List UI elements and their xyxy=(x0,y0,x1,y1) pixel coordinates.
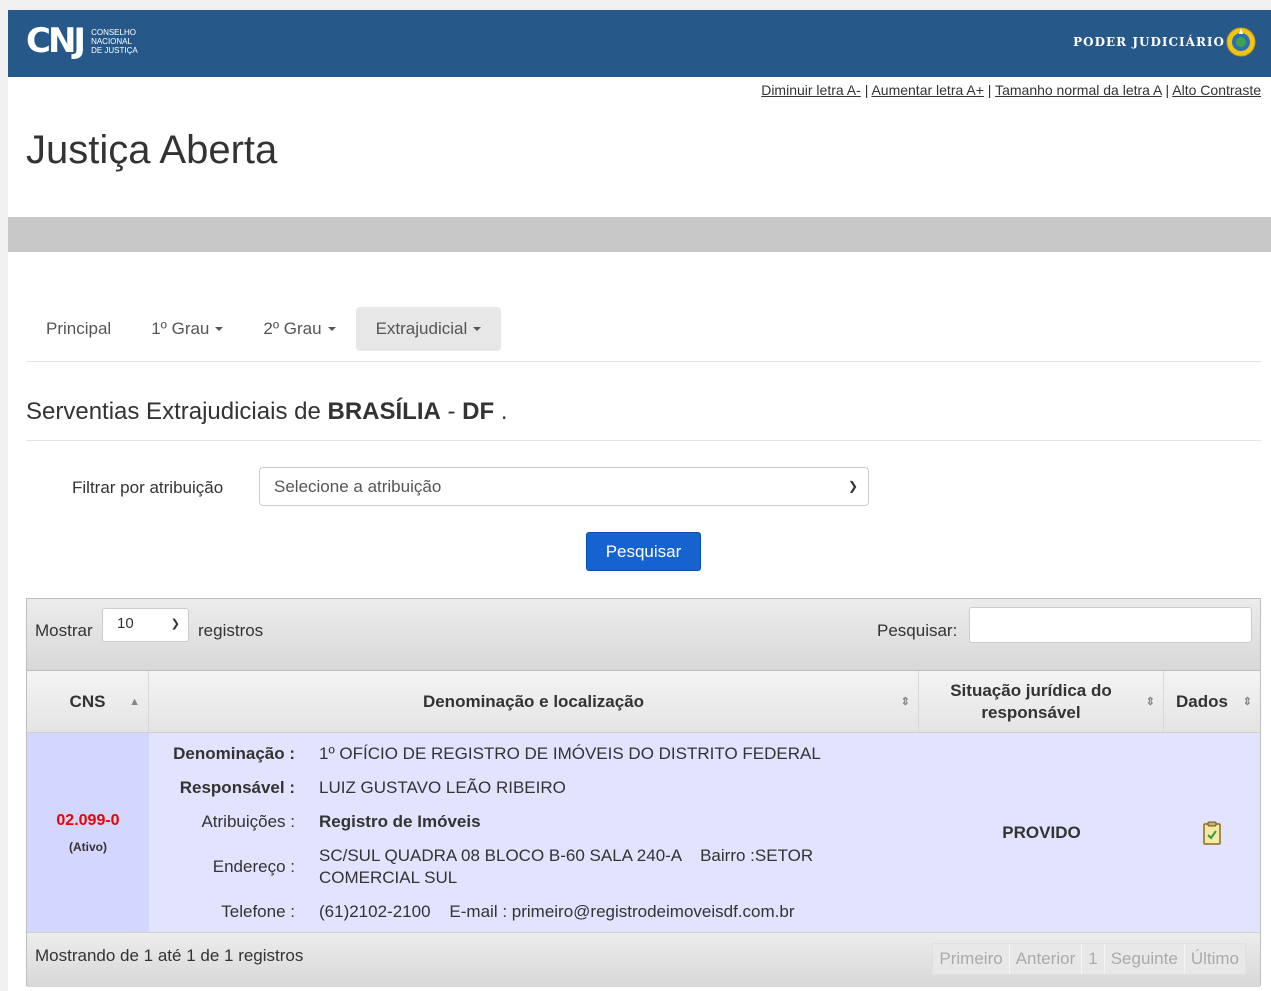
field-label: Responsável : xyxy=(179,778,295,797)
pager-previous[interactable]: Anterior xyxy=(1010,944,1083,974)
gray-divider-bar xyxy=(8,217,1271,252)
accessibility-links: Diminuir letra A- | Aumentar letra A+ | … xyxy=(761,82,1261,98)
column-header-label: Denominação e localização xyxy=(422,691,645,711)
nav-2-grau[interactable]: 2º Grau xyxy=(243,307,355,351)
pager-last[interactable]: Último xyxy=(1185,944,1245,974)
table-footer: Mostrando de 1 até 1 de 1 registros Prim… xyxy=(27,933,1260,987)
poder-judiciario-label: PODER JUDICIÁRIO xyxy=(1073,35,1225,49)
column-header-situacao[interactable]: Situação jurídica do responsável ⇕ xyxy=(919,671,1164,732)
pager-first[interactable]: Primeiro xyxy=(933,944,1010,974)
top-header-bar: CNJ CONSELHO NACIONAL DE JUSTIÇA PODER J… xyxy=(8,10,1271,77)
table-search-label: Pesquisar: xyxy=(877,621,958,640)
high-contrast-link[interactable]: Alto Contraste xyxy=(1172,82,1261,98)
logo-mark: CNJ xyxy=(26,21,86,61)
logo-line: CONSELHO xyxy=(91,27,136,37)
page-title: Justiça Aberta xyxy=(26,128,278,172)
filter-label: Filtrar por atribuição xyxy=(72,478,224,497)
page: CNJ CONSELHO NACIONAL DE JUSTIÇA PODER J… xyxy=(8,10,1271,991)
nav-label: Principal xyxy=(46,318,112,338)
cnj-logo[interactable]: CNJ CONSELHO NACIONAL DE JUSTIÇA xyxy=(26,23,138,59)
pager-page-1[interactable]: 1 xyxy=(1082,944,1105,974)
sort-both-icon: ⇕ xyxy=(900,695,910,708)
decrease-font-link[interactable]: Diminuir letra A- xyxy=(761,82,861,98)
situacao-cell: PROVIDO xyxy=(1002,822,1081,842)
field-value: LUIZ GUSTAVO LEÃO RIBEIRO xyxy=(319,778,566,797)
subtitle-city: BRASÍLIA xyxy=(327,398,441,425)
pager-next[interactable]: Seguinte xyxy=(1105,944,1185,974)
column-header-label: Dados xyxy=(1176,691,1228,711)
field-value: (61)2102-2100 E-mail : primeiro@registro… xyxy=(319,902,795,921)
field-label: Telefone : xyxy=(221,902,295,921)
nav-label: 1º Grau xyxy=(151,318,210,338)
page-length-value: 10 xyxy=(117,615,134,632)
denominacao-cell: Denominação : 1º OFÍCIO DE REGISTRO DE I… xyxy=(149,733,919,932)
divider xyxy=(26,440,1261,441)
chevron-down-icon: ❯ xyxy=(170,618,180,630)
caret-down-icon xyxy=(215,327,224,332)
row-telefone: Telefone : (61)2102-2100 E-mail : primei… xyxy=(149,901,919,923)
pagination: Primeiro Anterior 1 Seguinte Último xyxy=(932,943,1246,975)
cns-status: (Ativo) xyxy=(69,839,107,854)
main-nav: Principal 1º Grau 2º Grau Extrajudicial xyxy=(26,306,502,351)
field-label: Denominação : xyxy=(173,744,295,763)
column-header-label: Situação jurídica do responsável xyxy=(950,680,1112,722)
nav-1-grau[interactable]: 1º Grau xyxy=(131,307,243,351)
clipboard-check-icon[interactable] xyxy=(1202,821,1222,845)
field-label: Atribuições : xyxy=(201,812,295,831)
subtitle-suffix: . xyxy=(494,398,508,425)
results-table: Mostrar 10 ❯ registros Pesquisar: CNS ▲ … xyxy=(26,598,1261,987)
field-value: 1º OFÍCIO DE REGISTRO DE IMÓVEIS DO DIST… xyxy=(319,744,821,763)
increase-font-link[interactable]: Aumentar letra A+ xyxy=(871,82,983,98)
column-header-cns[interactable]: CNS ▲ xyxy=(27,671,149,732)
subtitle-prefix: Serventias Extrajudiciais de xyxy=(26,398,328,425)
sort-both-icon: ⇕ xyxy=(1145,695,1155,708)
sort-asc-icon: ▲ xyxy=(129,695,140,708)
row-denominacao: Denominação : 1º OFÍCIO DE REGISTRO DE I… xyxy=(149,743,919,765)
column-header-label: CNS xyxy=(69,691,106,711)
search-button[interactable]: Pesquisar xyxy=(586,532,701,571)
subtitle-state: DF xyxy=(462,398,495,425)
row-endereco: Endereço : SC/SUL QUADRA 08 BLOCO B-60 S… xyxy=(149,845,919,889)
logo-line: NACIONAL xyxy=(91,36,132,46)
dados-cell xyxy=(1164,733,1260,932)
divider xyxy=(26,361,1261,362)
nav-label: 2º Grau xyxy=(263,318,322,338)
nav-principal[interactable]: Principal xyxy=(26,307,131,351)
caret-down-icon xyxy=(473,327,482,332)
table-toolbar: Mostrar 10 ❯ registros Pesquisar: xyxy=(27,599,1260,671)
section-title: Serventias Extrajudiciais de BRASÍLIA - … xyxy=(26,398,508,426)
attribution-select-value: Selecione a atribuição xyxy=(274,477,442,496)
attribution-select[interactable]: Selecione a atribuição ❯ xyxy=(259,467,869,506)
table-header: CNS ▲ Denominação e localização ⇕ Situaç… xyxy=(27,671,1260,733)
table-info: Mostrando de 1 até 1 de 1 registros xyxy=(35,946,304,965)
page-length-select[interactable]: 10 ❯ xyxy=(102,608,189,642)
show-label: Mostrar xyxy=(35,621,93,640)
sort-both-icon: ⇕ xyxy=(1242,695,1252,708)
column-header-dados[interactable]: Dados ⇕ xyxy=(1164,671,1260,732)
row-atribuicoes: Atribuições : Registro de Imóveis xyxy=(149,811,919,833)
caret-down-icon xyxy=(327,327,336,332)
records-label: registros xyxy=(198,621,264,640)
subtitle-sep: - xyxy=(440,398,463,425)
chevron-down-icon: ❯ xyxy=(847,479,858,493)
logo-text: CONSELHO NACIONAL DE JUSTIÇA xyxy=(91,28,138,55)
row-responsavel: Responsável : LUIZ GUSTAVO LEÃO RIBEIRO xyxy=(149,777,919,799)
logo-line: DE JUSTIÇA xyxy=(91,45,138,55)
field-label: Endereço : xyxy=(212,857,295,876)
column-header-denominacao[interactable]: Denominação e localização ⇕ xyxy=(149,671,919,732)
cns-cell: 02.099-0 (Ativo) xyxy=(27,733,149,932)
normal-font-link[interactable]: Tamanho normal da letra A xyxy=(995,82,1162,98)
table-row: 02.099-0 (Ativo) Denominação : 1º OFÍCIO… xyxy=(27,733,1260,933)
table-search-input[interactable] xyxy=(969,607,1252,643)
field-value: Registro de Imóveis xyxy=(319,812,481,831)
cns-code: 02.099-0 xyxy=(56,811,120,829)
brasao-icon xyxy=(1226,27,1256,57)
field-value: SC/SUL QUADRA 08 BLOCO B-60 SALA 240-A B… xyxy=(319,846,818,887)
nav-extrajudicial[interactable]: Extrajudicial xyxy=(355,306,502,351)
nav-label: Extrajudicial xyxy=(375,318,468,338)
